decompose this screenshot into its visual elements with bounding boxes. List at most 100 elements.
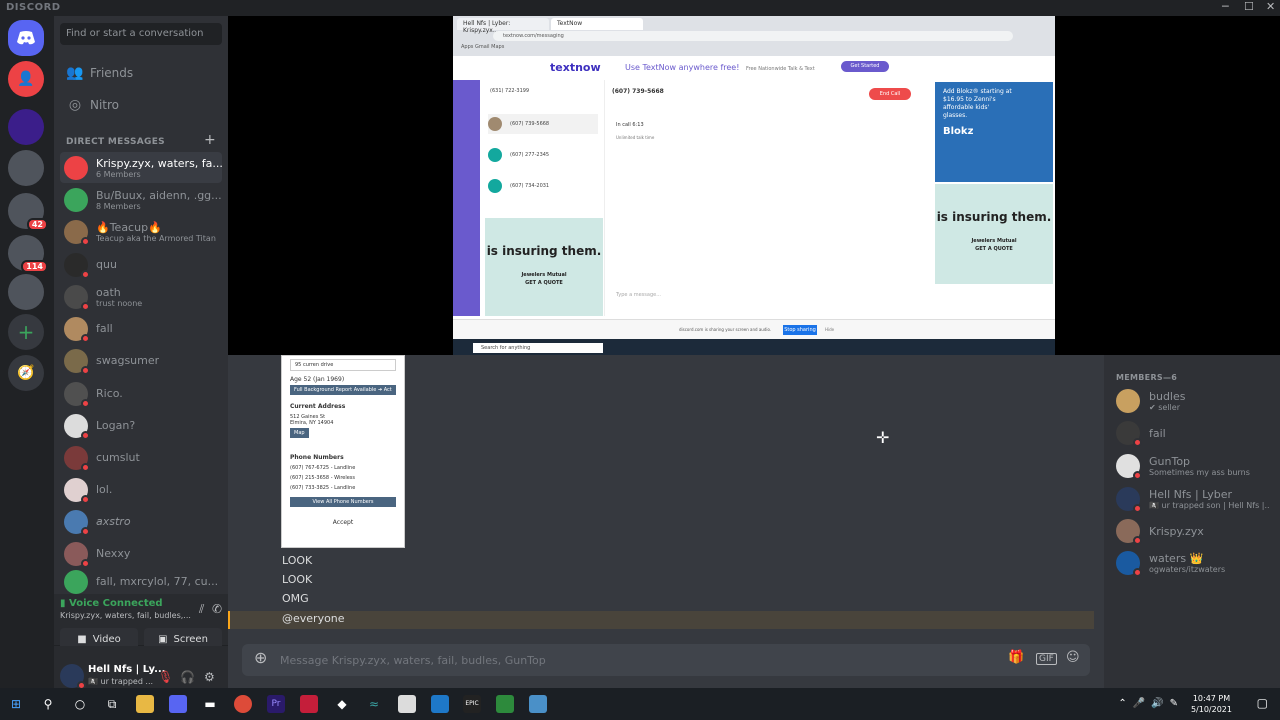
gif-icon[interactable]: GIF [1036, 653, 1057, 665]
call-status-sub: Unlimited talk time [616, 135, 655, 140]
terminal-icon[interactable]: ▬ [201, 695, 219, 713]
voice-channel: Krispy.zyx, waters, fail, budles,... [60, 611, 191, 620]
member-item[interactable]: GunTop Sometimes my ass burns [1116, 451, 1276, 481]
remote-taskbar: Search for anything [453, 339, 1055, 355]
app-icon[interactable]: ≈ [365, 695, 383, 713]
disconnect-icon[interactable]: ✆ [212, 602, 222, 616]
dm-item[interactable]: fall [60, 313, 222, 344]
dm-item[interactable]: quu [60, 249, 222, 280]
shared-screen: Hell Nfs | Lyber: Krispy.zyx... TextNow … [453, 16, 1055, 355]
cortana-icon[interactable]: ○ [71, 695, 89, 713]
avatar [64, 348, 90, 375]
dm-item[interactable]: oath trust noone [60, 281, 222, 312]
screen-share-icon: ▣ [158, 633, 168, 645]
file-explorer-icon[interactable] [136, 695, 154, 713]
dm-item[interactable]: lol. [60, 474, 222, 505]
app-icon[interactable] [496, 695, 514, 713]
home-button[interactable] [8, 20, 44, 56]
dm-item[interactable]: Krispy.zyx, waters, fa... 6 Members [60, 152, 223, 183]
mouse-cursor-icon: ✛ [876, 428, 890, 447]
ad-banner: is insuring them. Jewelers Mutual GET A … [485, 218, 603, 316]
add-attachment-icon[interactable]: ⊕ [254, 648, 267, 667]
blokz-ad: Add Blokz® starting at $16.95 to Zenni's… [935, 82, 1053, 182]
chat-area: 95 curren drive Age 52 (Jan 1969) Full B… [228, 355, 1104, 688]
message-text: OMG [282, 592, 309, 605]
gift-icon[interactable]: 🎁 [1008, 650, 1024, 665]
explore-servers-button[interactable]: 🧭 [8, 355, 44, 391]
dm-item[interactable]: Rico. [60, 378, 222, 409]
address-bar: textnow.com/messaging [493, 31, 1013, 41]
user-name: Hell Nfs | Ly... [88, 664, 166, 675]
dm-item[interactable]: cumslut [60, 442, 222, 473]
notepad-icon[interactable] [398, 695, 416, 713]
ad-banner: is insuring them. Jewelers Mutual GET A … [935, 184, 1053, 284]
system-tray[interactable]: ⌃🎤🔊✎ [1118, 698, 1184, 709]
maximize-button[interactable]: ☐ [1244, 0, 1254, 13]
server-list: 👤 42 114 + 🧭 [0, 16, 54, 688]
member-item[interactable]: waters 👑 ogwaters/itzwaters [1116, 548, 1276, 578]
chrome-icon[interactable] [234, 695, 252, 713]
vscode-icon[interactable] [431, 695, 449, 713]
message-input: Type a message... [616, 292, 661, 298]
task-view-icon[interactable]: ⧉ [103, 695, 121, 713]
server-folder[interactable] [8, 274, 44, 310]
member-item[interactable]: Hell Nfs | Lyber 🏴‍☠️ ur trapped son | He… [1116, 484, 1276, 514]
windows-start-icon[interactable]: ⊞ [7, 695, 25, 713]
friends-nav[interactable]: 👥 Friends [60, 59, 222, 87]
server-folder[interactable]: 42 [8, 193, 48, 231]
roblox-icon[interactable] [300, 695, 318, 713]
gear-icon[interactable]: ⚙ [204, 670, 215, 684]
premiere-icon[interactable]: Pr [267, 695, 285, 713]
dm-item[interactable]: 🔥Teacup🔥 Teacup aka the Armored Titan [60, 216, 222, 247]
server-icon[interactable] [8, 109, 44, 145]
contact-row: (607) 734-2031 [488, 176, 598, 196]
image-attachment[interactable]: 95 curren drive Age 52 (Jan 1969) Full B… [281, 355, 405, 548]
search-input[interactable]: Find or start a conversation [60, 23, 222, 45]
create-dm-button[interactable]: + [204, 132, 216, 148]
minimize-button[interactable]: ─ [1222, 0, 1229, 13]
mute-icon[interactable]: 🎙 [158, 670, 173, 684]
voice-panel: ▮ Voice Connected Krispy.zyx, waters, fa… [54, 594, 228, 650]
friend-request-server[interactable]: 👤 [8, 61, 44, 97]
member-item[interactable]: fail [1116, 418, 1276, 448]
message-composer: ⊕ 🎁 GIF ☺ [242, 644, 1090, 676]
server-folder[interactable]: 114 [8, 235, 48, 273]
search-icon[interactable]: ⚲ [39, 695, 57, 713]
member-item[interactable]: budles ✔ seller [1116, 386, 1276, 416]
discord-logo-icon [17, 31, 35, 45]
clock[interactable]: 10:47 PM 5/10/2021 [1191, 693, 1232, 715]
add-server-button[interactable]: + [8, 314, 44, 350]
dm-item[interactable]: Logan? [60, 410, 222, 441]
epic-games-icon[interactable]: EPIC [463, 695, 481, 713]
stop-sharing-button: Stop sharing [783, 325, 817, 335]
emoji-icon[interactable]: ☺ [1066, 650, 1080, 665]
server-folder[interactable] [8, 150, 44, 186]
signal-icon: ▮ [60, 598, 66, 609]
discord-taskbar-icon[interactable] [169, 695, 187, 713]
avatar [64, 284, 90, 311]
message-text: LOOK [282, 554, 313, 567]
app-icon[interactable]: ◆ [333, 695, 351, 713]
sharing-bar: discord.com is sharing your screen and a… [453, 319, 1055, 339]
message-mention: @everyone [282, 612, 345, 625]
noise-suppression-icon[interactable]: ⫽ [199, 602, 204, 616]
member-item[interactable]: Krispy.zyx [1116, 516, 1276, 546]
dm-item[interactable]: Bu/Buux, aidenn, .gg... 8 Members [60, 184, 222, 215]
notification-icon[interactable]: ▢ [1257, 696, 1268, 710]
dm-sidebar: Find or start a conversation 👥 Friends ◎ N… [54, 16, 228, 704]
dm-item[interactable]: Nexxy [60, 538, 222, 569]
message-input[interactable] [280, 652, 880, 668]
dm-item[interactable]: fall, mxrcylol, 77, cu... [60, 566, 222, 597]
dm-item[interactable]: 𝘢𝘹𝘴𝘵𝘳𝘰 [60, 506, 222, 537]
app-icon[interactable] [529, 695, 547, 713]
screen-share-stream[interactable]: Hell Nfs | Lyber: Krispy.zyx... TextNow … [228, 16, 1280, 355]
close-button[interactable]: ✕ [1266, 0, 1276, 13]
user-avatar[interactable] [60, 664, 86, 690]
camera-icon: ■ [77, 633, 87, 645]
dm-header: DIRECT MESSAGES [66, 137, 165, 147]
nitro-nav[interactable]: ◎ Nitro [60, 91, 222, 119]
dm-item[interactable]: swagsumer [60, 345, 222, 376]
mention-badge: 42 [26, 218, 48, 231]
headphones-icon[interactable]: 🎧 [180, 670, 195, 684]
avatar [64, 219, 90, 246]
